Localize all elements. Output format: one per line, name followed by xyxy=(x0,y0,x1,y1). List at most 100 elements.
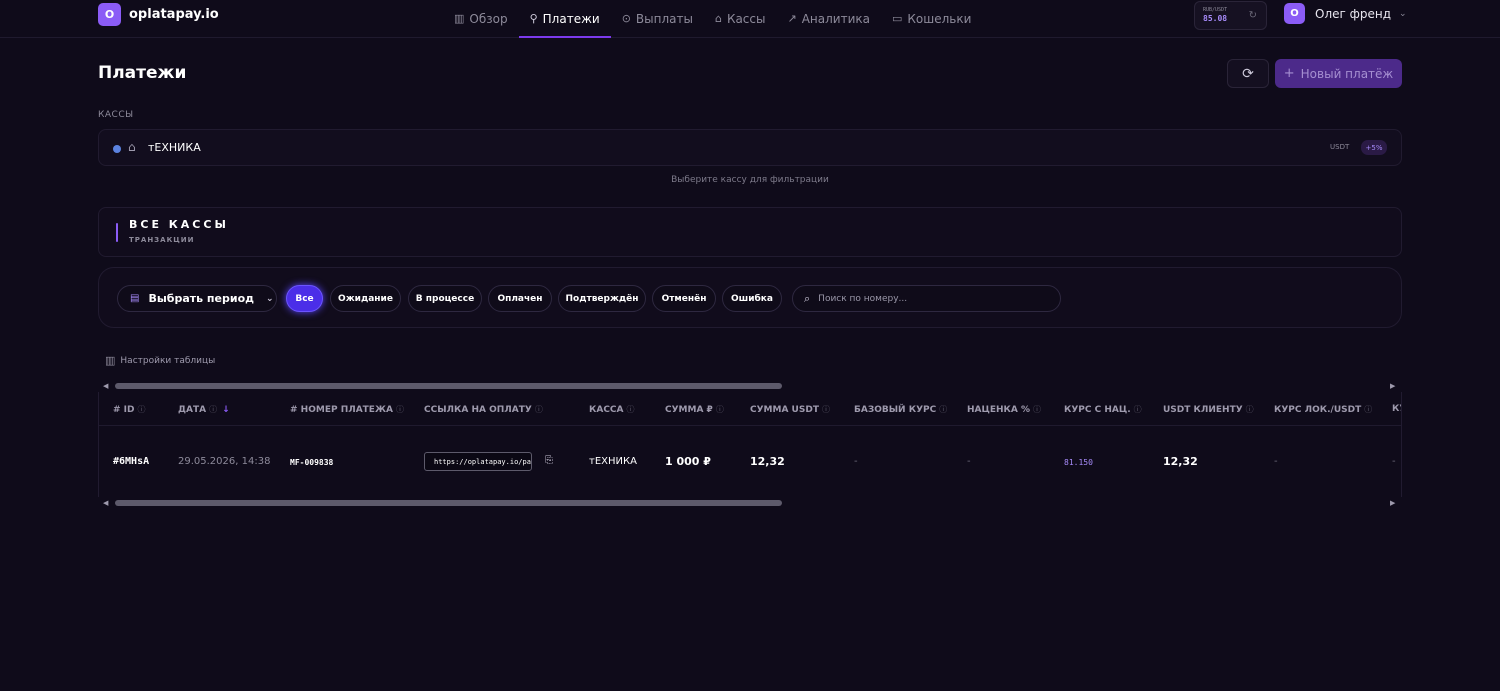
cell-sum-rub: 1 000 ₽ xyxy=(665,455,711,468)
new-payment-label: Новый платёж xyxy=(1300,66,1394,81)
payment-link-field[interactable]: https://oplatapay.io/pay/6MHsA xyxy=(424,452,532,471)
exchange-rate-widget: RUB/USDT 85.08 ↻ xyxy=(1194,1,1267,30)
header-divider xyxy=(99,425,1401,426)
horizontal-scrollbar-top[interactable]: ◀ ▶ xyxy=(98,380,1402,392)
nav-item-payouts[interactable]: ⊙ Выплаты xyxy=(611,0,704,37)
help-icon: ⓘ xyxy=(715,405,724,414)
coin-icon: ⊙ xyxy=(621,12,631,25)
nav-item-label: Выплаты xyxy=(635,11,693,26)
status-chip-error[interactable]: Ошибка xyxy=(722,285,782,312)
scroll-left-icon[interactable]: ◀ xyxy=(103,382,108,390)
help-icon: ⓘ xyxy=(137,405,146,414)
rate-value: 85.08 xyxy=(1203,14,1228,23)
column-header-payment-number[interactable]: # НОМЕР ПЛАТЕЖА ⓘ xyxy=(290,404,404,415)
kassa-card[interactable]: ⌂ тЕХНИКА USDT +5% xyxy=(98,129,1402,166)
status-chip-in-progress[interactable]: В процессе xyxy=(408,285,482,312)
layout-icon: ▥ xyxy=(454,12,465,25)
scroll-right-icon[interactable]: ▶ xyxy=(1390,382,1395,390)
new-payment-button[interactable]: + Новый платёж xyxy=(1275,59,1402,88)
period-select[interactable]: ▤ Выбрать период ⌄ xyxy=(117,285,277,312)
main-nav: ▥ Обзор ⚲ Платежи ⊙ Выплаты ⌂ Кассы ↗ Ан… xyxy=(443,0,982,38)
status-chip-cancelled[interactable]: Отменён xyxy=(652,285,716,312)
plus-icon: + xyxy=(1283,66,1295,81)
nav-item-wallets[interactable]: ▭ Кошельки xyxy=(881,0,982,37)
app-logo[interactable]: O oplatapay.io xyxy=(98,3,219,26)
chevron-down-icon: ⌄ xyxy=(1399,8,1407,19)
status-chip-waiting[interactable]: Ожидание xyxy=(330,285,401,312)
scroll-left-icon[interactable]: ◀ xyxy=(103,499,108,507)
page-title: Платежи xyxy=(98,63,187,83)
help-icon: ⓘ xyxy=(1364,405,1373,414)
cell-usdt-client: 12,32 xyxy=(1163,455,1198,468)
all-kassy-card: ВСЕ КАССЫ ТРАНЗАКЦИИ xyxy=(98,207,1402,257)
column-header-usdt-client[interactable]: USDT КЛИЕНТУ ⓘ xyxy=(1163,404,1254,415)
help-icon: ⓘ xyxy=(1245,405,1254,414)
cell-extra: - xyxy=(1392,456,1396,467)
help-icon: ⓘ xyxy=(395,405,404,414)
cell-id[interactable]: #6MHsA xyxy=(113,456,149,467)
nav-item-analytics[interactable]: ↗ Аналитика xyxy=(776,0,881,37)
search-box: ⌕ xyxy=(792,285,1061,312)
refresh-icon: ⟳ xyxy=(1242,65,1254,82)
column-header-payment-link[interactable]: ССЫЛКА НА ОПЛАТУ ⓘ xyxy=(424,404,543,415)
cell-rate-with-markup: 81.150 xyxy=(1064,458,1093,467)
search-input[interactable] xyxy=(818,293,1039,304)
summary-title: ВСЕ КАССЫ xyxy=(129,218,229,231)
store-icon: ⌂ xyxy=(128,140,136,154)
link-icon: ⚲ xyxy=(529,12,538,25)
column-header-base-rate[interactable]: БАЗОВЫЙ КУРС ⓘ xyxy=(854,404,947,415)
user-name: Олег френд xyxy=(1315,6,1392,21)
nav-item-label: Обзор xyxy=(469,11,508,26)
chart-line-icon: ↗ xyxy=(787,12,797,25)
horizontal-scrollbar-bottom[interactable]: ◀ ▶ xyxy=(98,497,1402,509)
column-header-date[interactable]: ДАТА ⓘ ↓ xyxy=(178,404,230,415)
nav-item-payments[interactable]: ⚲ Платежи xyxy=(518,0,611,38)
column-header-markup[interactable]: НАЦЕНКА % ⓘ xyxy=(967,404,1041,415)
cell-base-rate: - xyxy=(854,456,858,467)
nav-item-overview[interactable]: ▥ Обзор xyxy=(443,0,519,37)
column-header-id[interactable]: # ID ⓘ xyxy=(113,404,146,415)
search-icon: ⌕ xyxy=(804,291,811,305)
scrollbar-thumb[interactable] xyxy=(115,500,782,506)
store-icon: ⌂ xyxy=(714,12,722,25)
nav-item-label: Аналитика xyxy=(801,11,870,26)
app-name: oplatapay.io xyxy=(129,7,219,22)
column-header-local-rate[interactable]: КУРС ЛОК./USDT ⓘ xyxy=(1274,404,1372,415)
help-icon: ⓘ xyxy=(209,405,218,414)
period-label: Выбрать период xyxy=(148,292,255,305)
cell-sum-usdt: 12,32 xyxy=(750,455,785,468)
help-icon: ⓘ xyxy=(626,405,635,414)
top-navigation-bar: O oplatapay.io ▥ Обзор ⚲ Платежи ⊙ Выпла… xyxy=(0,0,1500,38)
logo-badge: O xyxy=(98,3,121,26)
rate-label: RUB/USDT xyxy=(1203,7,1228,13)
status-chip-paid[interactable]: Оплачен xyxy=(488,285,552,312)
status-chip-confirmed[interactable]: Подтверждён xyxy=(558,285,646,312)
cell-local-rate: - xyxy=(1274,456,1278,467)
kassa-currency: USDT xyxy=(1330,143,1350,151)
copy-icon[interactable]: ⎘ xyxy=(545,455,553,466)
wallet-icon: ▭ xyxy=(891,12,903,25)
cell-payment-number: MF-009838 xyxy=(290,458,334,467)
user-menu[interactable]: O Олег френд ⌄ xyxy=(1284,3,1407,24)
help-icon: ⓘ xyxy=(939,405,948,414)
column-header-sum-usdt[interactable]: СУММА USDT ⓘ xyxy=(750,404,830,415)
help-icon: ⓘ xyxy=(1033,405,1041,414)
kassa-name: тЕХНИКА xyxy=(148,141,201,154)
column-header-rate-with-markup[interactable]: КУРС С НАЦ. ⓘ xyxy=(1064,404,1142,415)
column-header-sum-rub[interactable]: СУММА ₽ ⓘ xyxy=(665,404,724,415)
table-settings-button[interactable]: ▥ Настройки таблицы xyxy=(105,354,215,367)
column-header-extra[interactable]: КУ xyxy=(1392,404,1401,414)
kassy-section-label: КАССЫ xyxy=(98,110,134,120)
scroll-right-icon[interactable]: ▶ xyxy=(1390,499,1395,507)
nav-item-label: Платежи xyxy=(542,11,600,26)
columns-icon: ▥ xyxy=(105,354,116,367)
status-chip-all[interactable]: Все xyxy=(286,285,323,312)
calendar-icon: ▤ xyxy=(130,293,140,304)
avatar: O xyxy=(1284,3,1305,24)
refresh-rate-icon[interactable]: ↻ xyxy=(1249,10,1257,21)
column-header-kassa[interactable]: КАССА ⓘ xyxy=(589,404,635,415)
nav-item-kassy[interactable]: ⌂ Кассы xyxy=(704,0,777,37)
refresh-button[interactable]: ⟳ xyxy=(1227,59,1269,88)
accent-bar xyxy=(116,223,118,242)
scrollbar-thumb[interactable] xyxy=(115,383,782,389)
